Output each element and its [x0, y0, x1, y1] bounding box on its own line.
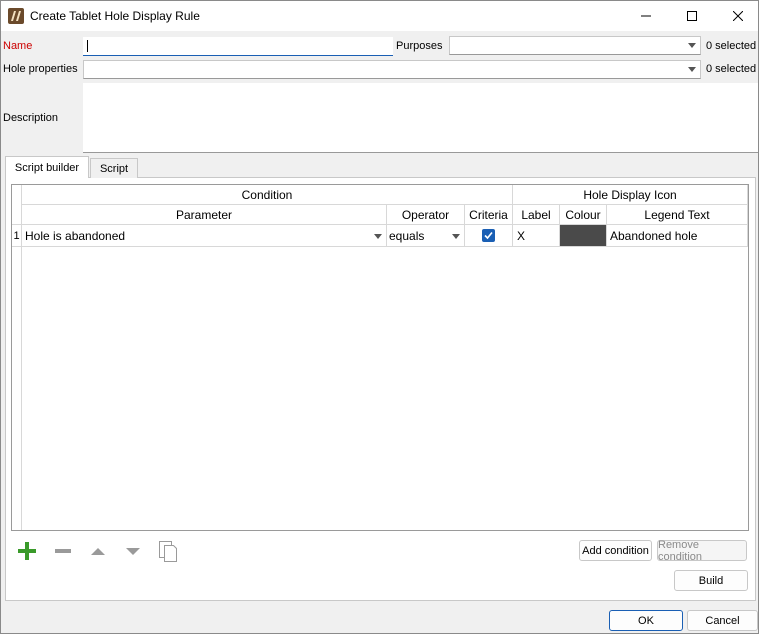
hole-properties-dropdown[interactable]: [83, 60, 701, 79]
add-condition-button[interactable]: Add condition: [579, 540, 652, 561]
row-number: 1: [12, 225, 22, 247]
title-bar: Create Tablet Hole Display Rule: [1, 1, 758, 31]
maximize-icon: [687, 11, 697, 21]
tab-script-builder[interactable]: Script builder: [5, 156, 89, 178]
ok-button[interactable]: OK: [609, 610, 683, 631]
chevron-down-icon: [452, 234, 460, 239]
column-header-colour[interactable]: Colour: [560, 205, 607, 225]
remove-row-button[interactable]: [52, 540, 74, 562]
move-down-button[interactable]: [122, 540, 144, 562]
column-header-criteria[interactable]: Criteria: [465, 205, 513, 225]
minus-icon: [55, 549, 71, 553]
add-row-button[interactable]: [16, 540, 38, 562]
app-logo-icon: [8, 8, 24, 24]
minimize-icon: [641, 15, 651, 17]
purposes-count: 0 selected: [706, 40, 757, 52]
purposes-label: Purposes: [396, 40, 443, 52]
description-label: Description: [3, 112, 59, 124]
hole-properties-label: Hole properties: [3, 63, 78, 75]
name-input[interactable]: [83, 37, 393, 56]
column-header-legend-text[interactable]: Legend Text: [607, 205, 748, 225]
hole-properties-count: 0 selected: [706, 63, 757, 75]
legend-text-cell[interactable]: Abandoned hole: [607, 225, 748, 247]
conditions-table: Condition Hole Display Icon Parameter Op…: [11, 184, 749, 531]
chevron-down-icon: [688, 43, 696, 48]
row-gutter: [12, 247, 22, 530]
maximize-button[interactable]: [669, 1, 715, 31]
dialog-window: Create Tablet Hole Display Rule Name Pur…: [0, 0, 759, 634]
row-gutter-header: [12, 185, 22, 225]
column-header-parameter[interactable]: Parameter: [22, 205, 387, 225]
checkmark-icon: [484, 231, 493, 240]
move-up-button[interactable]: [87, 540, 109, 562]
arrow-up-icon: [91, 548, 105, 555]
copy-icon: [159, 541, 177, 562]
colour-cell[interactable]: [560, 225, 607, 247]
plus-icon: [18, 542, 36, 560]
criteria-checkbox[interactable]: [482, 229, 495, 242]
close-button[interactable]: [715, 1, 759, 31]
cancel-button[interactable]: Cancel: [687, 610, 758, 631]
close-icon: [733, 11, 743, 21]
copy-button[interactable]: [156, 538, 180, 564]
remove-condition-button[interactable]: Remove condition: [657, 539, 747, 563]
group-header-condition: Condition: [22, 185, 513, 205]
text-caret: [87, 40, 88, 52]
column-header-operator[interactable]: Operator: [387, 205, 465, 225]
criteria-cell[interactable]: [465, 225, 513, 247]
operator-value: equals: [389, 228, 425, 243]
arrow-down-icon: [126, 548, 140, 555]
label-cell[interactable]: X: [513, 225, 560, 247]
parameter-value: Hole is abandoned: [25, 228, 126, 243]
column-header-label[interactable]: Label: [513, 205, 560, 225]
description-textarea[interactable]: [83, 83, 758, 153]
operator-cell[interactable]: equals: [387, 225, 465, 247]
purposes-dropdown[interactable]: [449, 36, 701, 55]
minimize-button[interactable]: [623, 1, 669, 31]
window-title: Create Tablet Hole Display Rule: [30, 9, 200, 23]
chevron-down-icon: [374, 234, 382, 239]
parameter-cell[interactable]: Hole is abandoned: [22, 225, 387, 247]
tab-script[interactable]: Script: [90, 158, 138, 178]
colour-swatch[interactable]: [560, 225, 606, 246]
build-button[interactable]: Build: [674, 570, 748, 591]
group-header-hole-display-icon: Hole Display Icon: [513, 185, 748, 205]
chevron-down-icon: [688, 67, 696, 72]
name-label: Name: [3, 40, 33, 52]
